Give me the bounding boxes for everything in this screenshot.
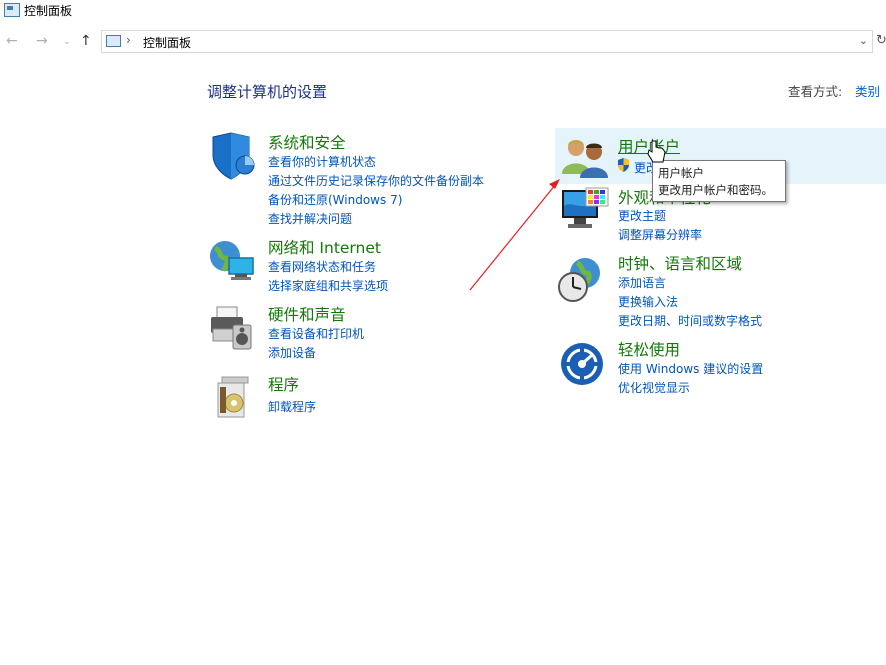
- network-globe-icon[interactable]: [207, 236, 257, 286]
- tooltip-description: 更改用户帐户和密码。: [658, 183, 773, 197]
- red-annotation-arrow-icon: [469, 179, 560, 291]
- control-panel-icon: [4, 3, 20, 17]
- breadcrumb-control-panel[interactable]: 控制面板: [143, 34, 191, 51]
- category-title-ease-of-access[interactable]: 轻松使用: [618, 338, 680, 360]
- link-homegroup-sharing[interactable]: 选择家庭组和共享选项: [268, 277, 388, 294]
- category-title-programs[interactable]: 程序: [268, 373, 299, 395]
- shield-icon[interactable]: [209, 131, 259, 181]
- category-title-user-accounts[interactable]: 用户帐户: [618, 135, 680, 157]
- category-title-hardware-sound[interactable]: 硬件和声音: [268, 303, 346, 325]
- link-view-computer-status[interactable]: 查看你的计算机状态: [268, 153, 376, 170]
- navigation-bar: ← → ⌄ ↑ › 控制面板 ⌄ ↻: [0, 29, 886, 54]
- control-panel-folder-icon: [106, 35, 121, 47]
- breadcrumb-separator-icon[interactable]: ›: [126, 33, 131, 47]
- category-title-clock-region[interactable]: 时钟、语言和区域: [618, 252, 742, 274]
- user-accounts-tooltip: 用户帐户 更改用户帐户和密码。: [652, 160, 786, 202]
- link-troubleshoot[interactable]: 查找并解决问题: [268, 210, 352, 227]
- link-network-status[interactable]: 查看网络状态和任务: [268, 258, 376, 275]
- up-arrow-icon[interactable]: ↑: [80, 33, 92, 49]
- tooltip-title: 用户帐户: [658, 166, 704, 180]
- link-adjust-resolution[interactable]: 调整屏幕分辨率: [618, 226, 702, 243]
- view-by-dropdown[interactable]: 类别: [855, 81, 880, 100]
- uac-shield-icon: [617, 158, 630, 175]
- back-arrow-icon[interactable]: ←: [6, 33, 18, 49]
- link-change-date-time-format[interactable]: 更改日期、时间或数字格式: [618, 312, 762, 329]
- address-dropdown-chevron-icon[interactable]: ⌄: [859, 34, 868, 47]
- link-windows-recommended-settings[interactable]: 使用 Windows 建议的设置: [618, 360, 763, 377]
- link-optimize-visual-display[interactable]: 优化视觉显示: [618, 379, 690, 396]
- link-add-device[interactable]: 添加设备: [268, 344, 316, 361]
- programs-box-icon[interactable]: [212, 373, 262, 423]
- title-bar: 控制面板: [0, 0, 886, 22]
- category-title-network-internet[interactable]: 网络和 Internet: [268, 236, 381, 258]
- ease-of-access-icon[interactable]: [559, 340, 609, 390]
- link-change-input-method[interactable]: 更换输入法: [618, 293, 678, 310]
- clock-globe-icon[interactable]: [557, 255, 607, 305]
- link-add-language[interactable]: 添加语言: [618, 274, 666, 291]
- link-uninstall-program[interactable]: 卸载程序: [268, 398, 316, 415]
- link-devices-printers[interactable]: 查看设备和打印机: [268, 325, 364, 342]
- link-file-history-backup[interactable]: 通过文件历史记录保存你的文件备份副本: [268, 172, 484, 189]
- appearance-monitor-icon[interactable]: [560, 186, 610, 236]
- page-title: 调整计算机的设置: [207, 83, 328, 101]
- address-bar[interactable]: › 控制面板 ⌄: [101, 30, 873, 53]
- window-title: 控制面板: [24, 4, 73, 18]
- category-title-system-security[interactable]: 系统和安全: [268, 131, 346, 153]
- link-change-theme[interactable]: 更改主题: [618, 207, 666, 224]
- annotation-overlay: [469, 140, 666, 291]
- forward-arrow-icon[interactable]: →: [36, 33, 48, 49]
- refresh-icon[interactable]: ↻: [876, 33, 886, 48]
- link-backup-restore[interactable]: 备份和还原(Windows 7): [268, 191, 402, 208]
- printer-speaker-icon[interactable]: [207, 303, 257, 353]
- recent-locations-chevron-icon[interactable]: ⌄: [63, 37, 71, 47]
- user-accounts-icon[interactable]: [560, 134, 610, 184]
- view-by-label: 查看方式:: [788, 84, 843, 99]
